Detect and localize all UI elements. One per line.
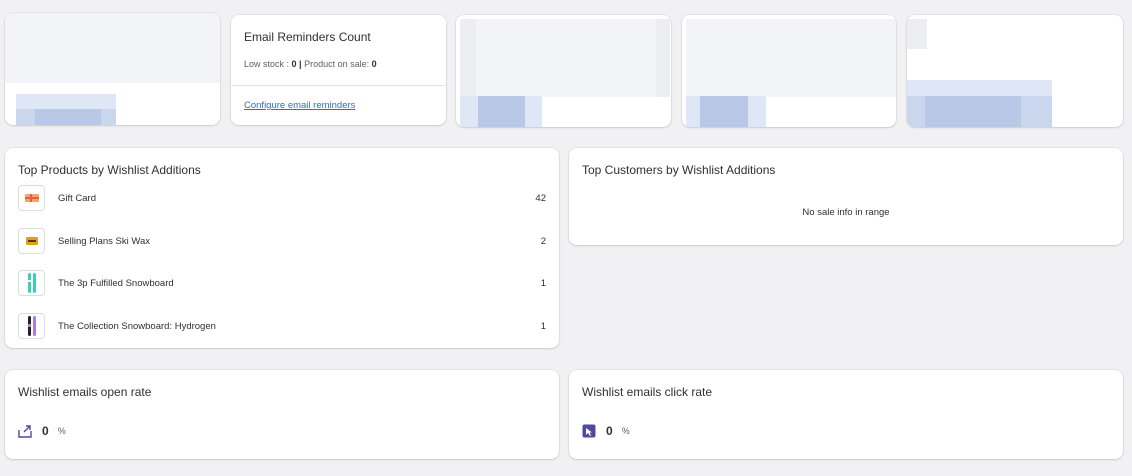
blurred-placeholder — [35, 109, 101, 125]
product-name: The Collection Snowboard: Hydrogen — [58, 321, 216, 332]
blurred-placeholder — [478, 96, 525, 127]
blurred-placeholder — [476, 19, 656, 97]
low-stock-label: Low stock : — [244, 59, 292, 69]
product-count: 2 — [540, 236, 546, 247]
rate-unit: % — [57, 426, 66, 436]
snowboard-icon — [27, 273, 36, 293]
product-count: 1 — [540, 278, 546, 289]
product-name: Gift Card — [58, 193, 97, 204]
stat-card-4-blurred — [682, 15, 896, 127]
click-icon — [582, 424, 596, 438]
list-item[interactable]: Gift Card 42 — [18, 185, 546, 211]
product-count: 42 — [535, 193, 546, 204]
card-title: Top Customers by Wishlist Additions — [582, 163, 776, 177]
product-name: Selling Plans Ski Wax — [58, 236, 151, 247]
product-thumbnail — [18, 270, 45, 296]
divider — [231, 85, 446, 86]
on-sale-value: 0 — [371, 59, 377, 69]
card-title: Email Reminders Count — [244, 30, 371, 44]
blurred-placeholder — [925, 96, 1021, 127]
on-sale-label: Product on sale: — [304, 59, 372, 69]
rate-value: 0 — [606, 424, 613, 438]
product-thumbnail — [18, 228, 45, 254]
email-reminders-card: Email Reminders Count Low stock : 0 | Pr… — [231, 15, 446, 125]
blurred-placeholder — [907, 19, 927, 49]
rate-row: 0 % — [18, 423, 66, 439]
card-title: Top Products by Wishlist Additions — [18, 163, 201, 177]
click-rate-card: Wishlist emails click rate 0 % — [569, 370, 1123, 459]
top-products-card: Top Products by Wishlist Additions Gift … — [5, 148, 559, 348]
list-item[interactable]: Selling Plans Ski Wax 2 — [18, 228, 546, 254]
separator: | — [296, 59, 305, 69]
email-open-icon — [18, 425, 32, 438]
list-item[interactable]: The Collection Snowboard: Hydrogen 1 — [18, 313, 546, 339]
empty-state-message: No sale info in range — [802, 207, 890, 218]
blurred-placeholder — [5, 13, 220, 83]
open-rate-card: Wishlist emails open rate 0 % — [5, 370, 559, 459]
card-title: Wishlist emails open rate — [18, 385, 152, 399]
top-customers-card: Top Customers by Wishlist Additions No s… — [569, 148, 1123, 245]
reminder-counts: Low stock : 0 | Product on sale: 0 — [244, 59, 377, 69]
gift-card-icon — [24, 194, 39, 202]
ski-wax-icon — [25, 237, 38, 245]
product-thumbnail — [18, 313, 45, 339]
stat-card-1-blurred — [5, 13, 220, 125]
snowboard-icon — [27, 316, 36, 336]
blurred-placeholder — [686, 19, 896, 97]
product-thumbnail — [18, 185, 45, 211]
card-title: Wishlist emails click rate — [582, 385, 713, 399]
blurred-placeholder — [700, 96, 748, 127]
rate-value: 0 — [42, 424, 49, 438]
product-count: 1 — [540, 321, 546, 332]
list-item[interactable]: The 3p Fulfilled Snowboard 1 — [18, 270, 546, 296]
stat-card-3-blurred — [456, 15, 671, 127]
stat-card-5-blurred — [907, 15, 1123, 127]
rate-unit: % — [621, 426, 630, 436]
product-name: The 3p Fulfilled Snowboard — [58, 278, 174, 289]
configure-email-reminders-link[interactable]: Configure email reminders — [244, 100, 355, 111]
rate-row: 0 % — [582, 423, 630, 439]
